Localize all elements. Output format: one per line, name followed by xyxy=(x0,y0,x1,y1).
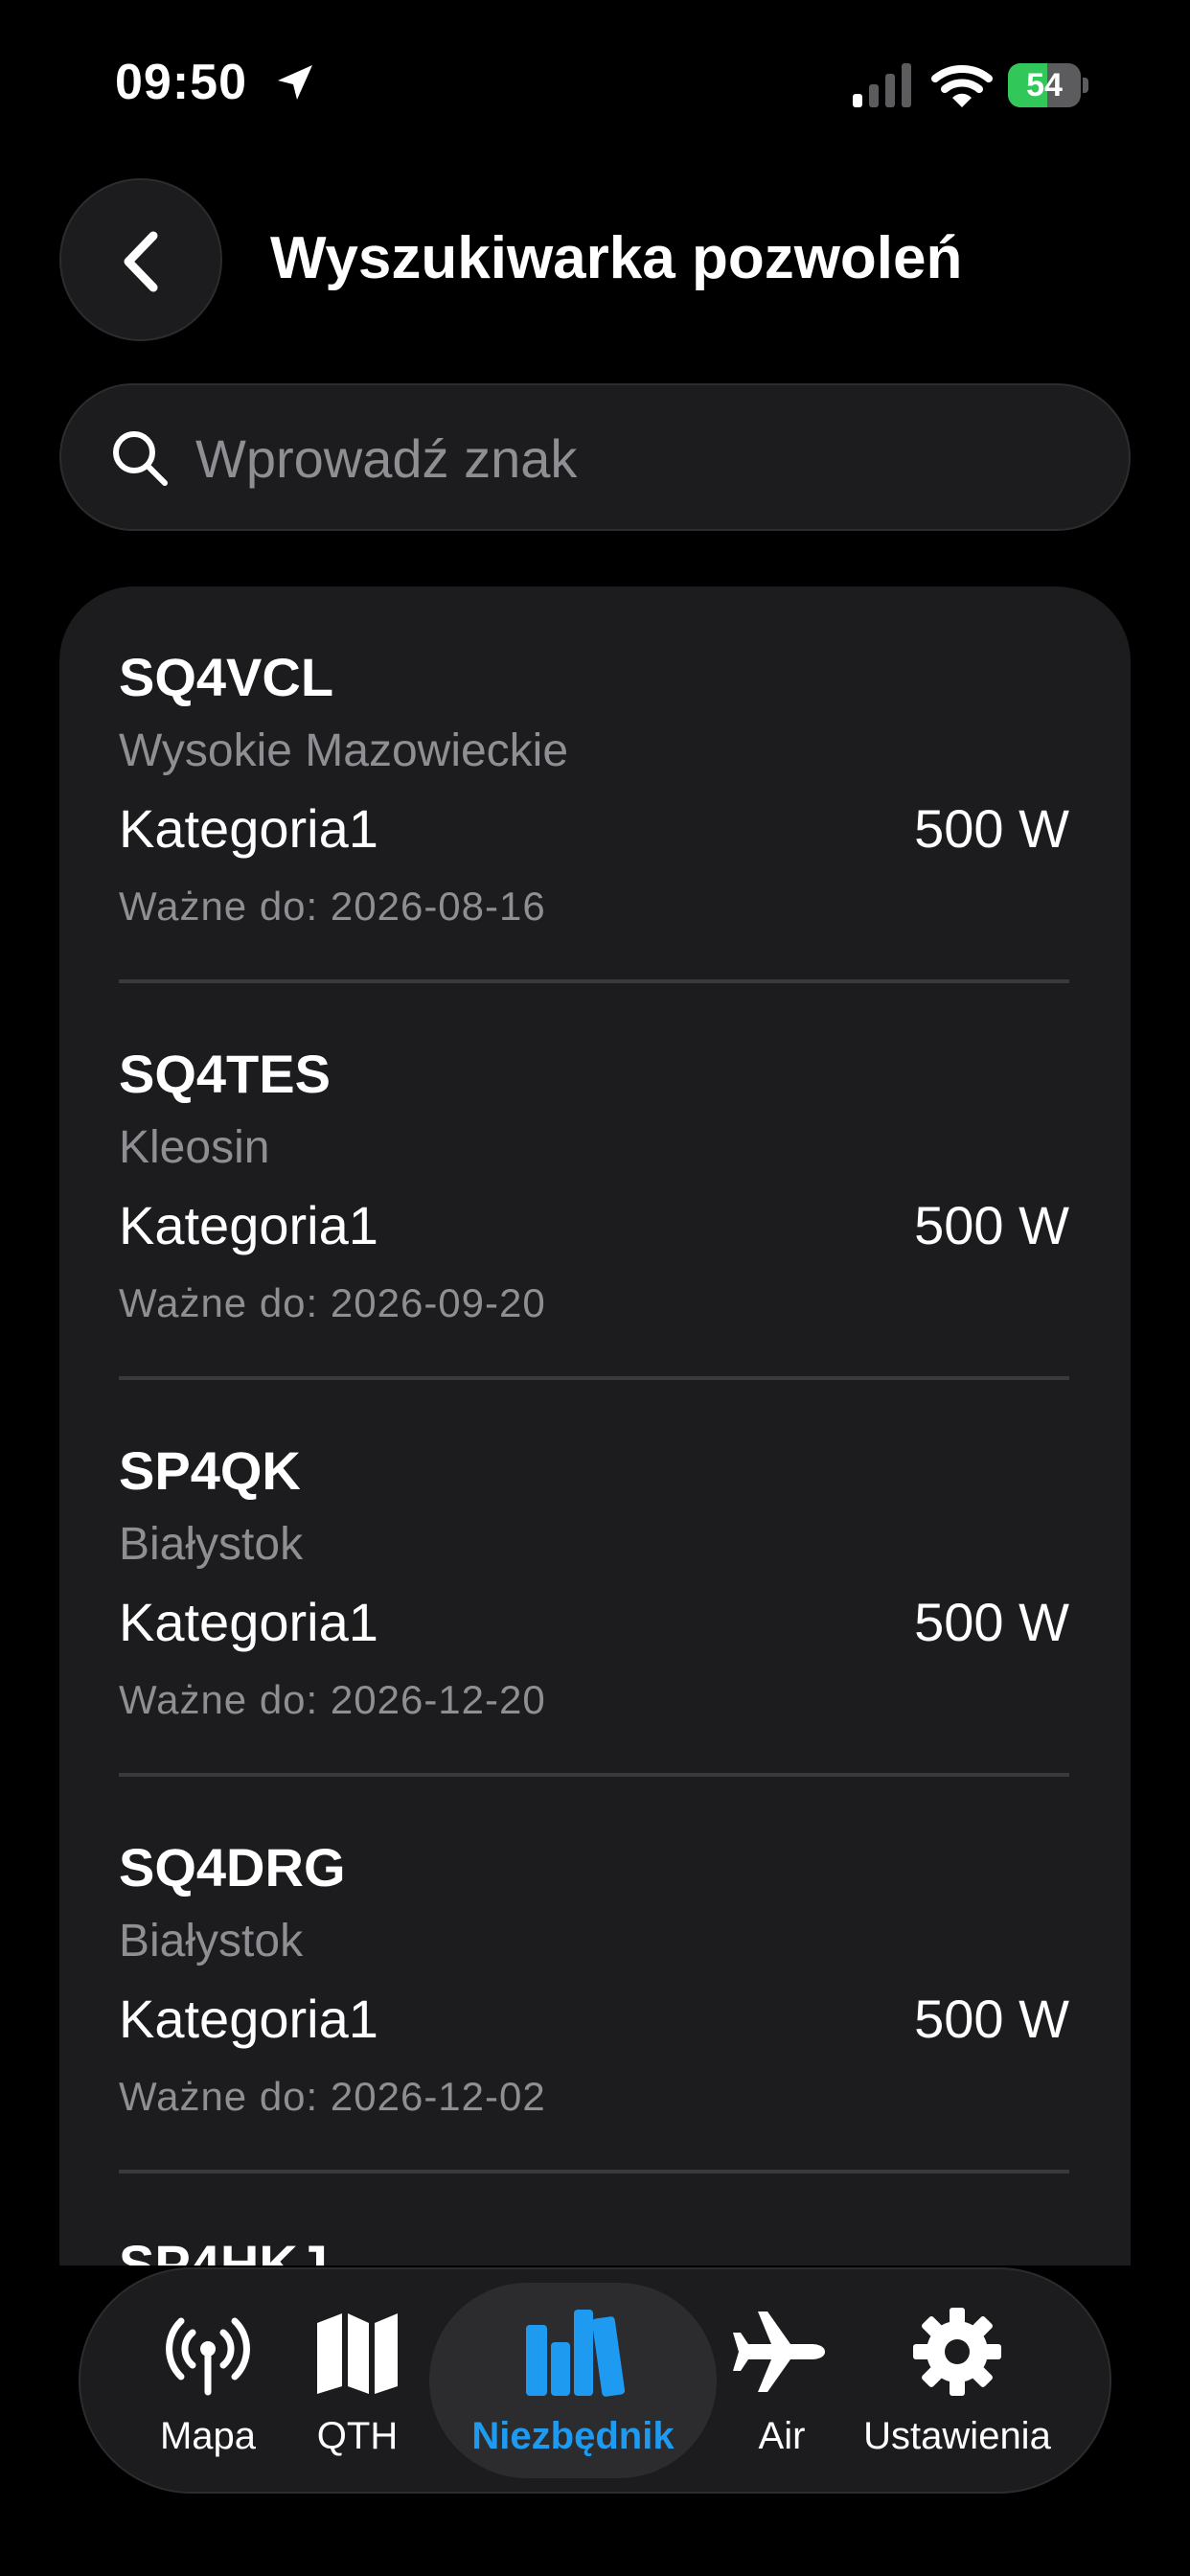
status-bar: 09:50 54 xyxy=(0,0,1190,172)
tab-label: Mapa xyxy=(159,2415,257,2457)
tab-bar: Mapa QTH Niezbędnik Air Ustawienia xyxy=(79,2267,1111,2494)
city: Białystok xyxy=(119,1916,304,1966)
result-item-0[interactable]: SQ4VCL Wysokie Mazowieckie Kategoria1 50… xyxy=(119,586,1069,983)
license-category: Kategoria1 xyxy=(119,798,378,859)
search-icon xyxy=(113,431,168,486)
power-limit: 500 W xyxy=(914,1195,1069,1255)
tab-niezbednik[interactable]: Niezbędnik xyxy=(429,2269,717,2492)
license-category: Kategoria1 xyxy=(119,1989,378,2049)
valid-until: Ważne do: 2026-09-20 xyxy=(119,1280,546,1325)
city: Wysokie Mazowieckie xyxy=(119,725,569,776)
antenna-icon xyxy=(166,2317,250,2396)
chevron-left-icon xyxy=(124,231,158,292)
city: Białystok xyxy=(119,1519,304,1570)
city: Kleosin xyxy=(119,1122,270,1173)
callsign: SQ4DRG xyxy=(119,1837,346,1898)
back-button[interactable] xyxy=(59,178,222,341)
result-item-3[interactable]: SQ4DRG Białystok Kategoria1 500 W Ważne … xyxy=(119,1777,1069,2174)
tab-qth[interactable]: QTH xyxy=(295,2269,420,2492)
tab-label: Ustawienia xyxy=(863,2415,1051,2457)
power-limit: 500 W xyxy=(914,798,1069,859)
gear-icon xyxy=(913,2308,1001,2396)
valid-until: Ważne do: 2026-12-20 xyxy=(119,1677,546,1722)
status-time: 09:50 xyxy=(115,55,247,110)
airplane-icon xyxy=(733,2312,825,2392)
tab-label: Niezbędnik xyxy=(471,2415,675,2457)
result-item-1[interactable]: SQ4TES Kleosin Kategoria1 500 W Ważne do… xyxy=(119,983,1069,1380)
callsign: SQ4VCL xyxy=(119,647,334,707)
result-item-4[interactable]: SP4HKJ xyxy=(119,2174,1069,2266)
location-arrow-icon xyxy=(278,65,312,100)
map-icon xyxy=(317,2313,398,2394)
valid-until: Ważne do: 2026-08-16 xyxy=(119,884,546,929)
battery-indicator: 54 xyxy=(1008,63,1088,107)
page-title: Wyszukiwarka pozwoleń xyxy=(270,225,963,291)
license-category: Kategoria1 xyxy=(119,1592,378,1652)
valid-until: Ważne do: 2026-12-02 xyxy=(119,2074,546,2119)
battery-level: 54 xyxy=(1026,67,1063,104)
tab-label: Air xyxy=(758,2415,806,2457)
results-list: SQ4VCL Wysokie Mazowieckie Kategoria1 50… xyxy=(59,586,1131,2266)
result-item-2[interactable]: SP4QK Białystok Kategoria1 500 W Ważne d… xyxy=(119,1380,1069,1777)
search-input[interactable] xyxy=(195,412,1096,504)
tab-label: QTH xyxy=(316,2415,399,2457)
power-limit: 500 W xyxy=(914,1592,1069,1652)
callsign: SP4QK xyxy=(119,1440,301,1501)
search-box[interactable] xyxy=(59,383,1131,531)
tab-air[interactable]: Air xyxy=(715,2269,849,2492)
tab-mapa[interactable]: Mapa xyxy=(126,2269,289,2492)
callsign: SP4HKJ xyxy=(119,2234,328,2266)
callsign: SQ4TES xyxy=(119,1044,331,1104)
wifi-icon xyxy=(931,65,993,107)
license-category: Kategoria1 xyxy=(119,1195,378,1255)
books-icon xyxy=(526,2310,626,2397)
power-limit: 500 W xyxy=(914,1989,1069,2049)
cellular-signal-icon xyxy=(853,63,911,107)
tab-ustawienia[interactable]: Ustawienia xyxy=(847,2269,1067,2492)
